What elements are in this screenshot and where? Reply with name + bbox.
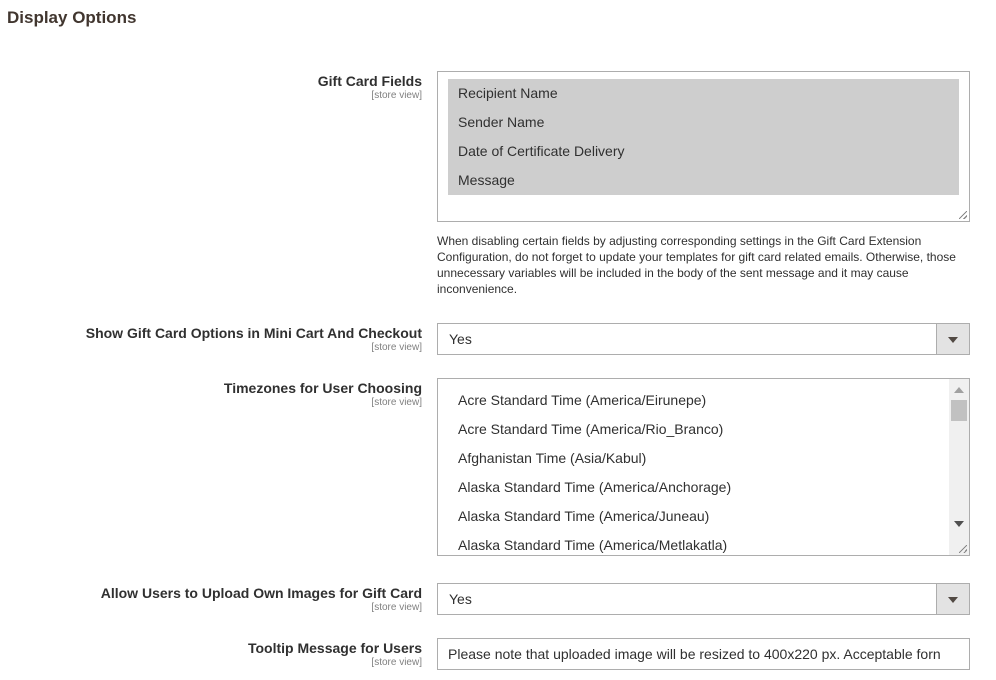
option-sender-name[interactable]: Sender Name	[448, 108, 959, 137]
timezones-label: Timezones for User Choosing	[223, 380, 422, 396]
chevron-down-icon[interactable]	[936, 584, 969, 614]
scope-label: [store view]	[371, 397, 422, 408]
mini-cart-options-label: Show Gift Card Options in Mini Cart And …	[85, 325, 422, 341]
select-value: Yes	[449, 591, 472, 607]
scope-label: [store view]	[371, 90, 422, 101]
gift-card-fields-label: Gift Card Fields	[317, 73, 422, 89]
scope-label: [store view]	[371, 602, 422, 613]
timezones-multiselect[interactable]: Acre Standard Time (America/Eirunepe) Ac…	[437, 378, 970, 556]
option-date-of-delivery[interactable]: Date of Certificate Delivery	[448, 137, 959, 166]
upload-images-label: Allow Users to Upload Own Images for Gif…	[100, 585, 422, 601]
option-message[interactable]: Message	[448, 166, 959, 195]
option-recipient-name[interactable]: Recipient Name	[448, 79, 959, 108]
upload-images-select[interactable]: Yes	[437, 583, 970, 615]
resize-handle-icon[interactable]	[959, 545, 967, 553]
gift-card-fields-multiselect[interactable]: Recipient Name Sender Name Date of Certi…	[437, 71, 970, 222]
chevron-down-icon[interactable]	[936, 324, 969, 354]
select-value: Yes	[449, 331, 472, 347]
resize-handle-icon[interactable]	[959, 211, 967, 219]
tooltip-message-input[interactable]: Please note that uploaded image will be …	[437, 638, 970, 670]
mini-cart-options-select[interactable]: Yes	[437, 323, 970, 355]
scrollbar-thumb[interactable]	[951, 400, 967, 421]
timezone-option[interactable]: Afghanistan Time (Asia/Kabul)	[448, 444, 969, 473]
scope-label: [store view]	[371, 342, 422, 353]
tooltip-message-label: Tooltip Message for Users	[247, 640, 422, 656]
section-title: Display Options	[7, 8, 137, 27]
timezone-option[interactable]: Alaska Standard Time (America/Juneau)	[448, 502, 969, 531]
scrollbar[interactable]	[949, 379, 969, 555]
timezone-option[interactable]: Acre Standard Time (America/Rio_Branco)	[448, 415, 969, 444]
scroll-down-icon[interactable]	[954, 521, 964, 527]
gift-card-fields-note: When disabling certain fields by adjusti…	[437, 234, 956, 296]
timezone-option[interactable]: Alaska Standard Time (America/Metlakatla…	[448, 531, 969, 555]
scroll-up-icon[interactable]	[954, 387, 964, 393]
timezone-option[interactable]: Alaska Standard Time (America/Anchorage)	[448, 473, 969, 502]
scope-label: [store view]	[371, 657, 422, 668]
timezone-option[interactable]: Acre Standard Time (America/Eirunepe)	[448, 386, 969, 415]
